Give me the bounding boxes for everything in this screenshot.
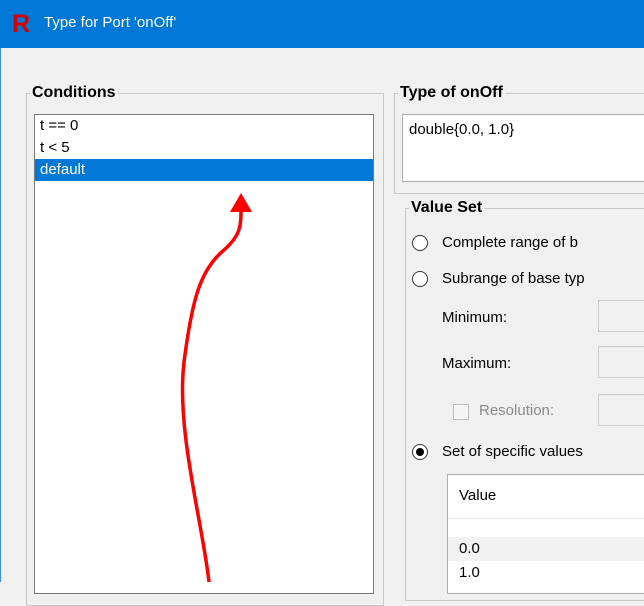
title-bar: R Type for Port 'onOff' [0, 0, 644, 48]
conditions-list[interactable]: t == 0 t < 5 default [34, 114, 374, 594]
table-cell: 0.0 [459, 540, 480, 557]
conditions-legend: Conditions [32, 84, 116, 101]
values-table-header[interactable]: Value [448, 475, 644, 519]
label-subrange[interactable]: Subrange of base typ [442, 270, 585, 287]
app-logo-icon: R [12, 10, 31, 38]
resolution-label: Resolution: [479, 402, 555, 419]
type-legend: Type of onOff [400, 84, 503, 101]
resolution-input [598, 394, 644, 426]
condition-item-t-lt-5[interactable]: t < 5 [35, 137, 373, 159]
resolution-checkbox [453, 404, 469, 420]
table-row[interactable]: 0.0 [448, 537, 644, 561]
condition-item-default[interactable]: default [35, 159, 373, 181]
minimum-input [598, 300, 644, 332]
radio-specific-values[interactable] [412, 444, 428, 460]
label-complete-range[interactable]: Complete range of b [442, 234, 578, 251]
type-value-text: double{0.0, 1.0} [409, 121, 515, 138]
type-value-field: double{0.0, 1.0} [402, 114, 644, 182]
window-title: Type for Port 'onOff' [44, 14, 177, 31]
maximum-input [598, 346, 644, 378]
condition-item-t-eq-0[interactable]: t == 0 [35, 115, 373, 137]
maximum-label: Maximum: [442, 355, 512, 372]
window-border-left [0, 48, 1, 582]
values-table[interactable]: Value 0.0 1.0 [447, 474, 644, 594]
label-specific-values[interactable]: Set of specific values [442, 443, 583, 460]
table-row[interactable]: 1.0 [448, 561, 644, 585]
radio-subrange[interactable] [412, 271, 428, 287]
minimum-label: Minimum: [442, 309, 508, 326]
value-column-header: Value [459, 487, 497, 504]
value-set-legend: Value Set [411, 199, 483, 216]
table-cell: 1.0 [459, 564, 480, 581]
radio-complete-range[interactable] [412, 235, 428, 251]
